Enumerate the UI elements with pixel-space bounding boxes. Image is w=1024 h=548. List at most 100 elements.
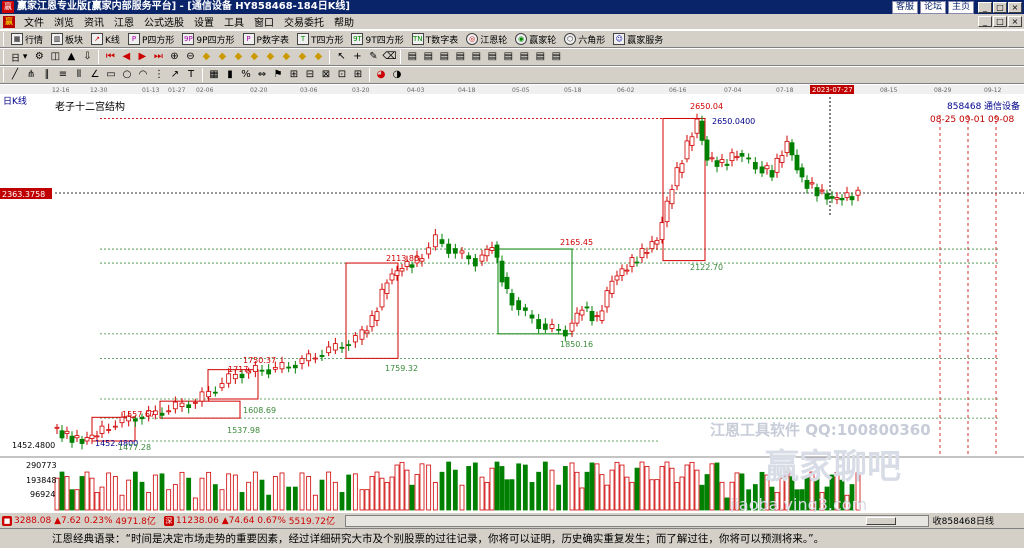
link-customer-service[interactable]: 客服: [891, 0, 918, 14]
panel-icon-6[interactable]: ▤: [485, 50, 499, 64]
link-forum[interactable]: 论坛: [919, 0, 946, 14]
volume-bar: [704, 474, 710, 511]
doc-restore-button[interactable]: □: [993, 16, 1007, 27]
grid-tool-icon[interactable]: ▦: [207, 68, 221, 82]
sz-index[interactable]: 深 11238.06 ▲74.64 0.67% 5519.72亿: [162, 514, 335, 527]
diamond-icon-8[interactable]: ◆: [311, 50, 325, 64]
text-tool-icon[interactable]: T: [184, 68, 198, 82]
diamond-icon-6[interactable]: ◆: [279, 50, 293, 64]
nav-next-icon[interactable]: ▶: [135, 50, 149, 64]
zoom-in-icon[interactable]: ⊕: [167, 50, 181, 64]
menu-formula[interactable]: 公式选股: [139, 14, 189, 29]
tool-winner-wheel[interactable]: ◉ 赢家轮: [511, 31, 560, 47]
tool-9t-square[interactable]: 9T 9T四方形: [347, 31, 407, 47]
panel-icon-2[interactable]: ▤: [421, 50, 435, 64]
doc-close-button[interactable]: ×: [1008, 16, 1022, 27]
diamond-icon-3[interactable]: ◆: [231, 50, 245, 64]
chart-panel[interactable]: 12-16 12-30 01-13 01-27 02-06 02-20 03-06 03-20…: [0, 85, 1024, 514]
parallel-tool-icon[interactable]: ∥: [40, 68, 54, 82]
fib-tool-icon[interactable]: ≡: [56, 68, 70, 82]
mark-icon-3[interactable]: ⊠: [319, 68, 333, 82]
panel-icon-7[interactable]: ▤: [501, 50, 515, 64]
doc-minimize-button[interactable]: _: [978, 16, 992, 27]
mark-icon-5[interactable]: ⊞: [351, 68, 365, 82]
pointer-icon[interactable]: ↖: [334, 50, 348, 64]
nav-first-icon[interactable]: ⏮: [103, 50, 117, 64]
tool-9p-square[interactable]: 9P 9P四方形: [178, 31, 238, 47]
menu-info[interactable]: 资讯: [79, 14, 109, 29]
menu-trade[interactable]: 交易委托: [279, 14, 329, 29]
menu-help[interactable]: 帮助: [329, 14, 359, 29]
panel-icon-4[interactable]: ▤: [453, 50, 467, 64]
diamond-icon-7[interactable]: ◆: [295, 50, 309, 64]
mark-icon-4[interactable]: ⊡: [335, 68, 349, 82]
close-button[interactable]: ×: [1008, 1, 1022, 13]
panel-icon-5[interactable]: ▤: [469, 50, 483, 64]
nav-prev-icon[interactable]: ◀: [119, 50, 133, 64]
flag-icon[interactable]: ⚑: [271, 68, 285, 82]
panel-icon-9[interactable]: ▤: [533, 50, 547, 64]
cycle-tool-icon[interactable]: ⫴: [72, 68, 86, 82]
tool-p-table[interactable]: P P数字表: [239, 31, 293, 47]
eraser-icon[interactable]: ⌫: [382, 50, 396, 64]
fan-tool-icon[interactable]: ⋔: [24, 68, 38, 82]
menu-browse[interactable]: 浏览: [49, 14, 79, 29]
palette-icon[interactable]: ◑: [390, 68, 404, 82]
tool-hexagon[interactable]: ⬡ 六角形: [560, 31, 609, 47]
tool-winner-service[interactable]: ☺ 赢家服务: [609, 31, 667, 47]
arc-tool-icon[interactable]: ◠: [136, 68, 150, 82]
chart-icon[interactable]: ▲: [64, 50, 78, 64]
menu-settings[interactable]: 设置: [189, 14, 219, 29]
mark-icon-1[interactable]: ⊞: [287, 68, 301, 82]
panel-icon-8[interactable]: ▤: [517, 50, 531, 64]
gann-angle-icon[interactable]: ∠: [88, 68, 102, 82]
chart-scrollbar[interactable]: [344, 514, 929, 527]
sh-index[interactable]: ■ 3288.08 ▲7.62 0.23% 4971.8亿: [0, 514, 156, 527]
minimize-button[interactable]: _: [978, 1, 992, 13]
mark-icon-2[interactable]: ⊟: [303, 68, 317, 82]
menu-window[interactable]: 窗口: [249, 14, 279, 29]
price-annotation: 1759.32: [385, 364, 418, 373]
diamond-icon-5[interactable]: ◆: [263, 50, 277, 64]
panel-icon-10[interactable]: ▤: [549, 50, 563, 64]
scrollbar-thumb[interactable]: [865, 516, 896, 525]
tool-gann-wheel[interactable]: ◎ 江恩轮: [462, 31, 511, 47]
tool-t-square[interactable]: T T四方形: [293, 31, 348, 47]
line-tool-icon[interactable]: ╱: [8, 68, 22, 82]
menu-file[interactable]: 文件: [19, 14, 49, 29]
menu-gann[interactable]: 江恩: [109, 14, 139, 29]
menu-tools[interactable]: 工具: [219, 14, 249, 29]
crosshair-icon[interactable]: +: [350, 50, 364, 64]
volume-label-2: 193848: [26, 476, 57, 485]
pie-icon[interactable]: ◕: [374, 68, 388, 82]
arrow-down-icon[interactable]: ⇩: [80, 50, 94, 64]
tool-quotes[interactable]: ▦ 行情: [7, 31, 47, 47]
zoom-out-icon[interactable]: ⊖: [183, 50, 197, 64]
link-homepage[interactable]: 主页: [947, 0, 974, 14]
maximize-button[interactable]: □: [993, 1, 1007, 13]
tool-kline[interactable]: ↗ K线: [87, 31, 124, 47]
time-tool-icon[interactable]: ⋮: [152, 68, 166, 82]
period-dropdown[interactable]: 日 ▾: [7, 49, 31, 65]
percent-icon[interactable]: %: [239, 68, 253, 82]
tool-p-square[interactable]: P P四方形: [124, 31, 178, 47]
panel-icon-3[interactable]: ▤: [437, 50, 451, 64]
candle-body: [729, 152, 735, 162]
panel-icon-1[interactable]: ▤: [405, 50, 419, 64]
circle-tool-icon[interactable]: ○: [120, 68, 134, 82]
box-tool-icon[interactable]: ▭: [104, 68, 118, 82]
diamond-icon-2[interactable]: ◆: [215, 50, 229, 64]
settings-icon[interactable]: ⚙: [32, 50, 46, 64]
bar-chart-icon[interactable]: ▮: [223, 68, 237, 82]
kline-chart[interactable]: 12-16 12-30 01-13 01-27 02-06 02-20 03-06 03-20…: [0, 85, 1024, 514]
diamond-icon-4[interactable]: ◆: [247, 50, 261, 64]
nav-last-icon[interactable]: ⏭: [151, 50, 165, 64]
pen-icon[interactable]: ✎: [366, 50, 380, 64]
tool-t-table[interactable]: TN T数字表: [408, 31, 463, 47]
window-icon[interactable]: ◫: [48, 50, 62, 64]
measure-icon[interactable]: ⇔: [255, 68, 269, 82]
diamond-icon-1[interactable]: ◆: [199, 50, 213, 64]
tool-sector[interactable]: ▥ 板块: [47, 31, 87, 47]
ray-tool-icon[interactable]: ↗: [168, 68, 182, 82]
document-icon[interactable]: 赢: [3, 15, 15, 28]
